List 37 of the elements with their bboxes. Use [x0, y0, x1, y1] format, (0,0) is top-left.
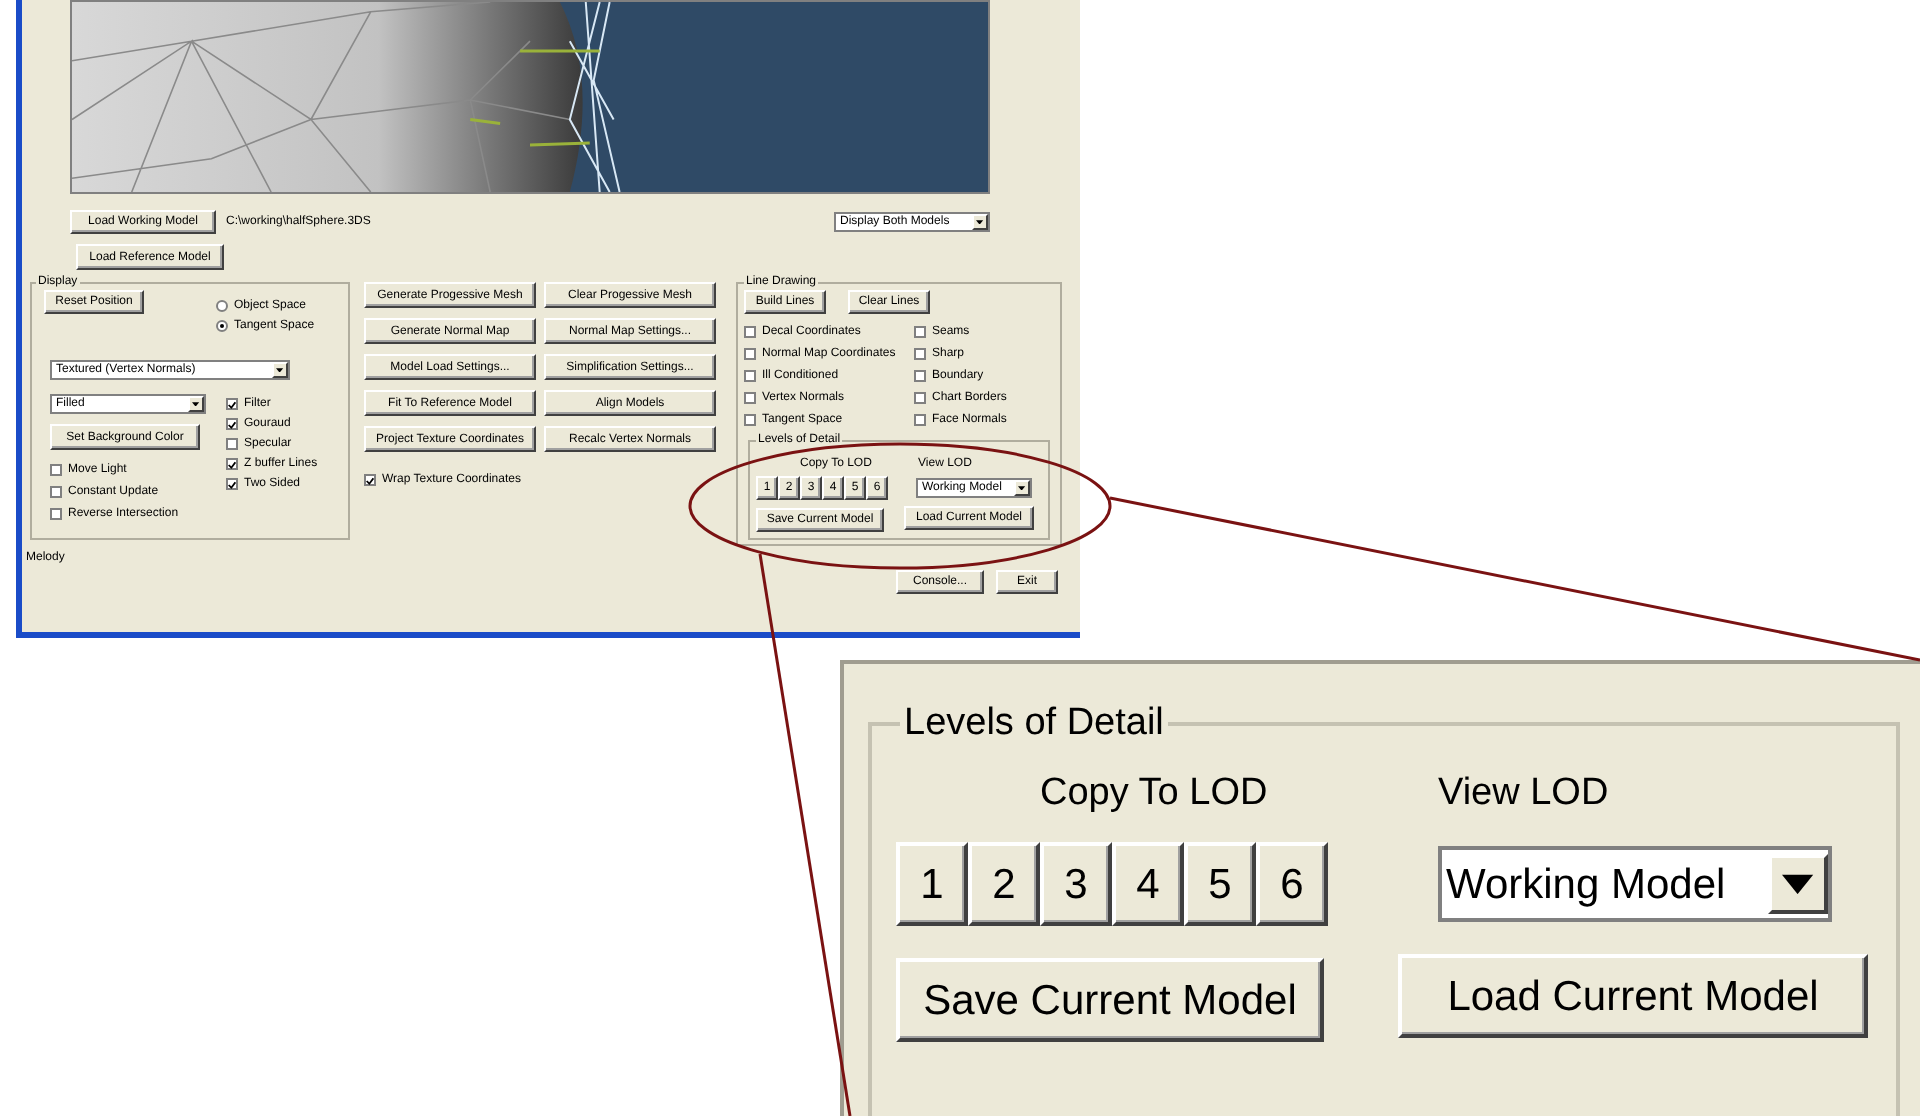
lod-slot-button[interactable]: 3: [1040, 842, 1112, 926]
checkbox[interactable]: [226, 458, 238, 470]
copy-to-lod-label: Copy To LOD: [1038, 774, 1270, 818]
dropdown[interactable]: Working Model: [1438, 846, 1832, 922]
checkbox[interactable]: [914, 392, 926, 404]
checkbox[interactable]: [744, 326, 756, 338]
dropdown-arrow-icon[interactable]: [272, 362, 288, 378]
dropdown-arrow-icon[interactable]: [188, 396, 204, 412]
checkbox[interactable]: [744, 414, 756, 426]
lod-slot-button[interactable]: 1: [896, 842, 968, 926]
checkbox[interactable]: [914, 370, 926, 382]
checkbox[interactable]: [226, 478, 238, 490]
load-button[interactable]: Load Current Model: [1398, 954, 1868, 1038]
checkbox[interactable]: [744, 370, 756, 382]
checkbox[interactable]: [744, 348, 756, 360]
checkbox[interactable]: [50, 486, 62, 498]
radio-button[interactable]: [216, 300, 228, 312]
dropdown-arrow-icon[interactable]: [972, 214, 988, 230]
dropdown-arrow-icon[interactable]: [1014, 480, 1030, 496]
checkbox[interactable]: [744, 392, 756, 404]
checkbox[interactable]: [226, 418, 238, 430]
view-lod-label: View LOD: [1436, 774, 1611, 818]
lod-slot-button[interactable]: 6: [1256, 842, 1328, 926]
checkbox[interactable]: [364, 474, 376, 486]
checkbox[interactable]: [914, 348, 926, 360]
checkbox[interactable]: [226, 398, 238, 410]
lod-slot-button[interactable]: 4: [1112, 842, 1184, 926]
checkbox[interactable]: [914, 326, 926, 338]
checkbox[interactable]: [914, 414, 926, 426]
radio-button[interactable]: [216, 320, 228, 332]
save-button[interactable]: Save Current Model: [896, 958, 1324, 1042]
checkbox[interactable]: [50, 464, 62, 476]
checkbox[interactable]: [50, 508, 62, 520]
checkbox[interactable]: [226, 438, 238, 450]
lod-slot-button[interactable]: 5: [1184, 842, 1256, 926]
group-title: Levels of Detail: [902, 704, 1166, 742]
lod-slot-button[interactable]: 2: [968, 842, 1040, 926]
